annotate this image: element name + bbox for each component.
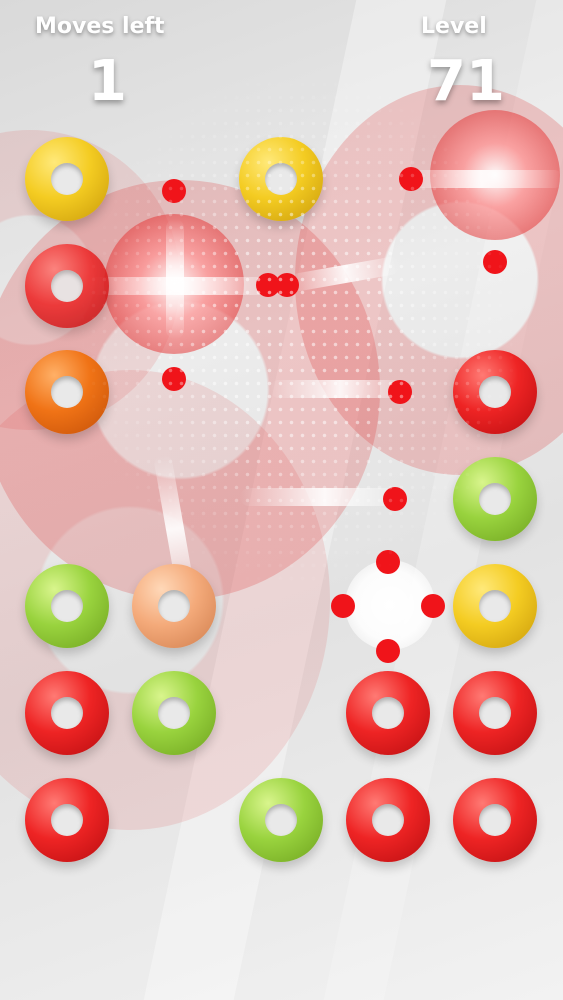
sparkle-streak — [400, 170, 563, 188]
projectile-dot — [388, 380, 412, 404]
ring-r6-c2[interactable] — [132, 671, 216, 755]
ring-r3-c5[interactable] — [453, 350, 537, 434]
moves-left-label: Moves left — [35, 14, 165, 39]
ring-r4-c5[interactable] — [453, 457, 537, 541]
sparkle-streak — [166, 219, 184, 339]
ring-r7-c4[interactable] — [346, 778, 430, 862]
ring-r2-c1[interactable] — [25, 244, 109, 328]
ring-r3-c1[interactable] — [25, 350, 109, 434]
projectile-dot — [483, 250, 507, 274]
projectile-dot — [383, 487, 407, 511]
ring-r1-c1[interactable] — [25, 137, 109, 221]
game-board: Moves left 1 Level 71 — [0, 0, 563, 1000]
projectile-dot — [376, 639, 400, 663]
ring-r6-c4[interactable] — [346, 671, 430, 755]
level-value: 71 — [427, 49, 505, 114]
ring-r7-c5[interactable] — [453, 778, 537, 862]
ring-r7-c1[interactable] — [25, 778, 109, 862]
ring-r7-c3[interactable] — [239, 778, 323, 862]
ring-r5-c1[interactable] — [25, 564, 109, 648]
level-label: Level — [421, 14, 487, 39]
projectile-dot — [162, 367, 186, 391]
ring-r1-c3[interactable] — [239, 137, 323, 221]
ring-r6-c1[interactable] — [25, 671, 109, 755]
ring-r5-c2[interactable] — [132, 564, 216, 648]
projectile-dot — [421, 594, 445, 618]
projectile-dot — [376, 550, 400, 574]
ring-r6-c5[interactable] — [453, 671, 537, 755]
projectile-dot — [399, 167, 423, 191]
projectile-dot — [162, 179, 186, 203]
moves-left-value: 1 — [88, 49, 127, 114]
projectile-dot — [331, 594, 355, 618]
projectile-dot — [275, 273, 299, 297]
ring-r5-c5[interactable] — [453, 564, 537, 648]
